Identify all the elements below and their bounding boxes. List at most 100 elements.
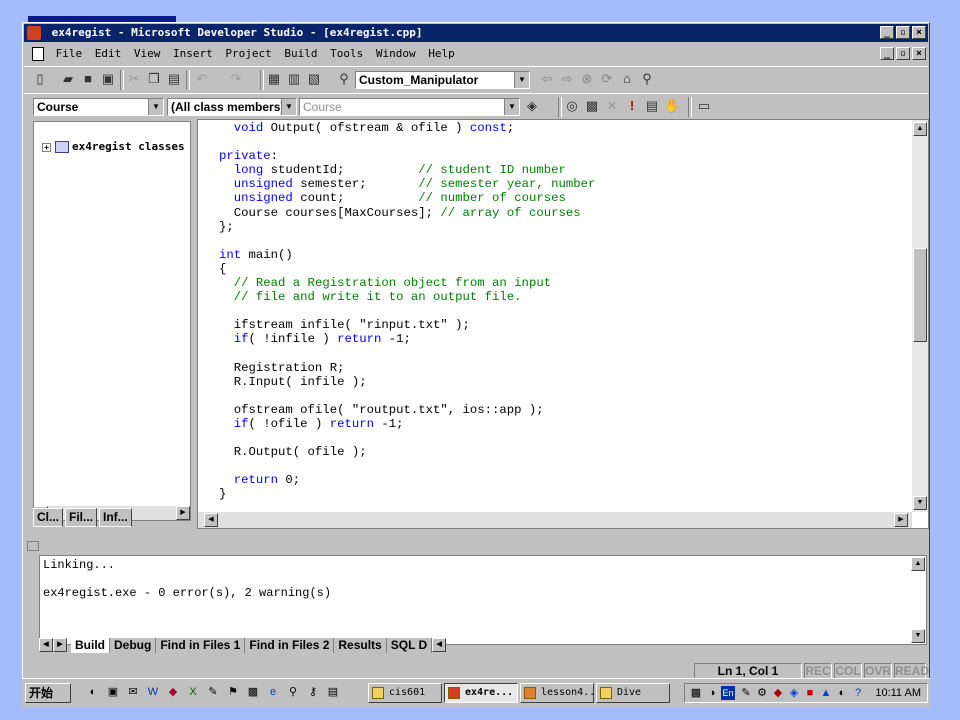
member-combo[interactable]: Course ▼ (299, 98, 520, 116)
quicklaunch-explorer-icon[interactable]: ▩ (246, 685, 260, 699)
quicklaunch-browser-icon[interactable]: e (266, 685, 280, 699)
code-line[interactable]: if( !infile ) return -1; (219, 332, 411, 346)
compile-icon[interactable]: ◎ (564, 98, 580, 114)
forward-arrow-icon[interactable]: ⇨ (559, 71, 575, 87)
tab-find-in-files-2[interactable]: Find in Files 2 (245, 637, 335, 653)
menu-file[interactable]: File (53, 44, 86, 64)
quicklaunch-word-icon[interactable]: W (146, 685, 160, 699)
code-line[interactable]: } (219, 487, 226, 501)
task-cis601[interactable]: cis601 (368, 683, 442, 703)
undo-icon[interactable]: ↶ (194, 71, 210, 87)
menu-tools[interactable]: Tools (327, 44, 366, 64)
scroll-up-icon[interactable]: ▲ (911, 557, 925, 571)
scroll-down-icon[interactable]: ▼ (911, 629, 925, 643)
save-icon[interactable]: ■ (80, 71, 96, 87)
redo-icon[interactable]: ↷ (228, 71, 244, 87)
tray-icon[interactable]: ◈ (787, 686, 801, 700)
quicklaunch-search-icon[interactable]: ⚲ (286, 685, 300, 699)
workspace-pane[interactable]: +ex4regist classes ◀ ▶ (33, 121, 191, 521)
tray-icon[interactable]: ◆ (771, 686, 785, 700)
code-line[interactable]: R.Input( infile ); (219, 375, 367, 389)
tray-icon[interactable]: ⚙ (755, 686, 769, 700)
class-combo[interactable]: Course ▼ (33, 98, 164, 116)
menu-window[interactable]: Window (373, 44, 419, 64)
cut-icon[interactable]: ✂ (126, 71, 142, 87)
tab-infoview[interactable]: Inf... (99, 508, 132, 527)
tab-find-in-files-1[interactable]: Find in Files 1 (156, 637, 246, 653)
find-combo[interactable]: Custom_Manipulator ▼ (355, 71, 530, 89)
menu-insert[interactable]: Insert (170, 44, 216, 64)
clock[interactable]: 10:11 AM (875, 686, 921, 700)
quicklaunch-extra-icon[interactable]: ▤ (326, 685, 340, 699)
menu-project[interactable]: Project (222, 44, 274, 64)
code-line[interactable]: long studentId; // student ID number (219, 163, 566, 177)
paste-icon[interactable]: ▤ (166, 71, 182, 87)
output-hscroll-left-icon[interactable]: ◀ (432, 638, 447, 652)
document-icon[interactable] (32, 47, 44, 61)
quicklaunch-key-icon[interactable]: ⚷ (306, 685, 320, 699)
menu-build[interactable]: Build (281, 44, 320, 64)
source-code[interactable]: void Output( ofstream & ofile ) const; p… (219, 121, 595, 502)
quicklaunch-app-icon[interactable]: ◆ (166, 685, 180, 699)
tray-icon[interactable]: ◐ (835, 686, 849, 700)
wizard-action-icon[interactable]: ◈ (524, 98, 540, 114)
tab-classview[interactable]: Cl... (33, 508, 64, 527)
code-line[interactable]: { (219, 262, 226, 276)
tray-language-icon[interactable]: En (721, 686, 735, 700)
scroll-left-icon[interactable]: ◀ (204, 513, 218, 527)
execute-icon[interactable]: ! (624, 98, 640, 114)
code-line[interactable]: return 0; (219, 473, 300, 487)
output-grip-bar[interactable] (27, 537, 927, 555)
chevron-down-icon[interactable]: ▼ (148, 99, 163, 115)
code-line[interactable]: // Read a Registration object from an in… (219, 276, 551, 290)
code-line[interactable]: }; (219, 220, 234, 234)
tray-icon[interactable]: ■ (803, 686, 817, 700)
output-pane[interactable]: Linking... ex4regist.exe - 0 error(s), 2… (39, 555, 927, 645)
code-line[interactable]: private: (219, 149, 278, 163)
save-all-icon[interactable]: ▣ (100, 71, 116, 87)
editor-hscrollbar[interactable]: ◀ ▶ (198, 512, 912, 528)
code-line[interactable]: Course courses[MaxCourses]; // array of … (219, 206, 581, 220)
stop-build-icon[interactable]: ✕ (604, 98, 620, 114)
code-line[interactable]: unsigned semester; // semester year, num… (219, 177, 596, 191)
tab-build[interactable]: Build (71, 637, 110, 653)
tray-icon[interactable]: ✎ (739, 686, 753, 700)
print-icon[interactable]: ▭ (696, 98, 712, 114)
find-in-files-icon[interactable]: ⚲ (336, 71, 352, 87)
scroll-up-icon[interactable]: ▲ (913, 122, 927, 136)
expand-plus-icon[interactable]: + (42, 142, 51, 152)
tray-help-icon[interactable]: ? (851, 686, 865, 700)
doc-close-button[interactable]: × (912, 47, 926, 60)
window-list-icon[interactable]: ▧ (306, 71, 322, 87)
filter-combo[interactable]: (All class members) ▼ (167, 98, 297, 116)
task-lesson4[interactable]: lesson4... (520, 683, 594, 703)
new-file-icon[interactable]: ▯ (32, 71, 48, 87)
tray-icon[interactable]: ▲ (819, 686, 833, 700)
title-bar[interactable]: ex4regist - Microsoft Developer Studio -… (24, 24, 928, 42)
scroll-right-icon[interactable]: ▶ (176, 506, 190, 520)
code-line[interactable]: int main() (219, 248, 293, 262)
tray-icon[interactable]: ◑ (705, 686, 719, 700)
refresh-icon[interactable]: ⟳ (599, 71, 615, 87)
tab-debug[interactable]: Debug (110, 637, 157, 653)
back-arrow-icon[interactable]: ⇦ (539, 71, 555, 87)
quicklaunch-tool-icon[interactable]: ✎ (206, 685, 220, 699)
tree-root-item[interactable]: + ex4regist classes (42, 140, 185, 153)
home-icon[interactable]: ⌂ (619, 71, 635, 87)
code-line[interactable]: ifstream infile( "rinput.txt" ); (219, 318, 470, 332)
quicklaunch-network-icon[interactable]: ⚑ (226, 685, 240, 699)
tab-sql-debugging[interactable]: SQL D (386, 637, 433, 653)
tray-icon[interactable]: ▩ (689, 686, 703, 700)
start-button[interactable]: 开始 (25, 683, 71, 703)
task-ex4regist[interactable]: ex4re... (444, 683, 518, 703)
chevron-down-icon[interactable]: ▼ (514, 72, 529, 88)
stop-icon[interactable]: ⊗ (579, 71, 595, 87)
code-line[interactable]: R.Output( ofile ); (219, 445, 367, 459)
binoculars-icon[interactable]: ⚲ (639, 71, 655, 87)
quicklaunch-ie-icon[interactable]: ◐ (86, 685, 100, 699)
output-window-icon[interactable]: ▥ (286, 71, 302, 87)
code-line[interactable]: void Output( ofstream & ofile ) const; (219, 121, 514, 135)
tab-scroll-right-icon[interactable]: ▶ (53, 638, 67, 652)
chevron-down-icon[interactable]: ▼ (281, 99, 296, 115)
editor-vscrollbar[interactable]: ▲ ▼ (912, 120, 928, 512)
